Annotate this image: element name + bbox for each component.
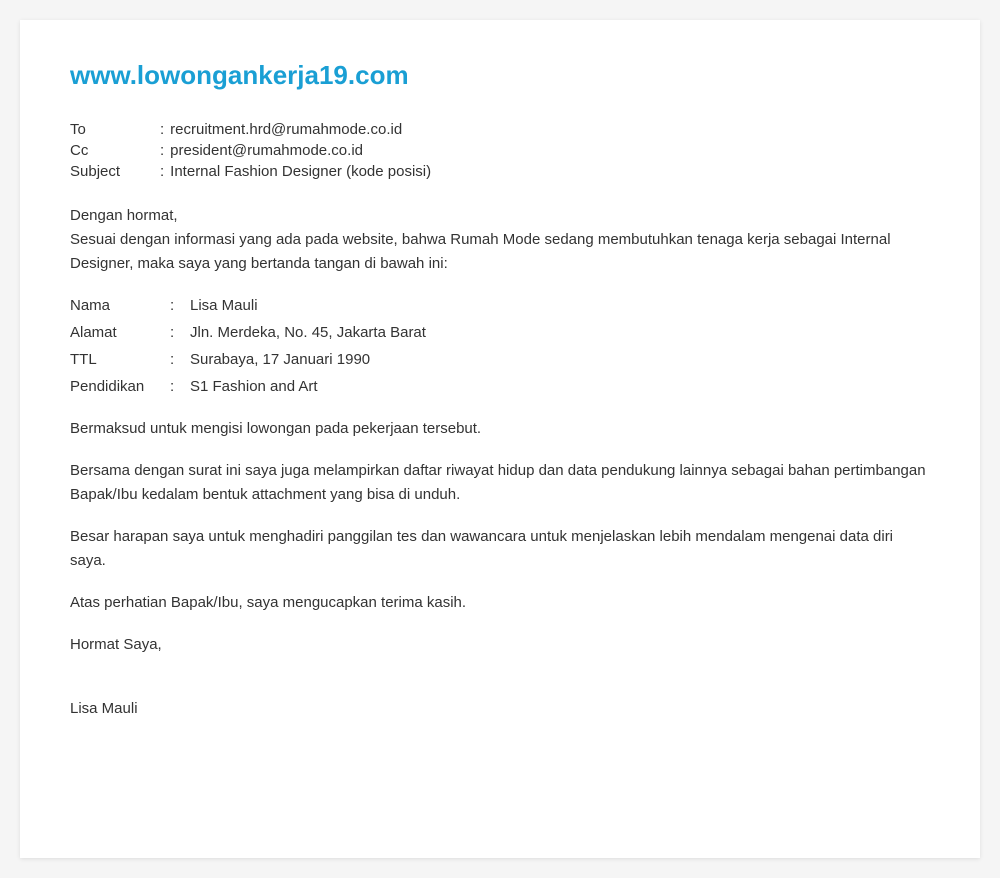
hope-text: Besar harapan saya untuk menghadiri pang… xyxy=(70,528,893,569)
greeting-paragraph: Dengan hormat, Sesuai dengan informasi y… xyxy=(70,204,930,276)
to-row: To : recruitment.hrd@rumahmode.co.id xyxy=(70,121,930,138)
address-value: Jln. Merdeka, No. 45, Jakarta Barat xyxy=(190,321,930,345)
greeting-text: Dengan hormat, xyxy=(70,204,930,228)
subject-label: Subject xyxy=(70,163,160,180)
ttl-value: Surabaya, 17 Januari 1990 xyxy=(190,348,930,372)
to-label: To xyxy=(70,121,160,138)
closing-text: Hormat Saya, xyxy=(70,633,930,657)
header-section: To : recruitment.hrd@rumahmode.co.id Cc … xyxy=(70,121,930,180)
education-value: S1 Fashion and Art xyxy=(190,375,930,399)
site-title: www.lowongankerja19.com xyxy=(70,60,930,91)
attachment-text: Bersama dengan surat ini saya juga melam… xyxy=(70,462,926,503)
education-row: Pendidikan : S1 Fashion and Art xyxy=(70,375,930,399)
address-colon: : xyxy=(170,321,190,345)
thanks-text: Atas perhatian Bapak/Ibu, saya mengucapk… xyxy=(70,594,466,611)
personal-info: Nama : Lisa Mauli Alamat : Jln. Merdeka,… xyxy=(70,294,930,399)
intro-text: Sesuai dengan informasi yang ada pada we… xyxy=(70,228,930,276)
name-value: Lisa Mauli xyxy=(190,294,930,318)
address-label: Alamat xyxy=(70,321,170,345)
thanks-paragraph: Atas perhatian Bapak/Ibu, saya mengucapk… xyxy=(70,591,930,615)
hope-paragraph: Besar harapan saya untuk menghadiri pang… xyxy=(70,525,930,573)
ttl-colon: : xyxy=(170,348,190,372)
subject-row: Subject : Internal Fashion Designer (kod… xyxy=(70,163,930,180)
cc-label: Cc xyxy=(70,142,160,159)
page-container: www.lowongankerja19.com To : recruitment… xyxy=(20,20,980,858)
intent-paragraph: Bermaksud untuk mengisi lowongan pada pe… xyxy=(70,417,930,441)
subject-value: Internal Fashion Designer (kode posisi) xyxy=(170,163,431,180)
education-label: Pendidikan xyxy=(70,375,170,399)
intent-text: Bermaksud untuk mengisi lowongan pada pe… xyxy=(70,420,481,437)
subject-colon: : xyxy=(160,163,164,180)
to-value: recruitment.hrd@rumahmode.co.id xyxy=(170,121,402,138)
body-section: Dengan hormat, Sesuai dengan informasi y… xyxy=(70,204,930,721)
attachment-paragraph: Bersama dengan surat ini saya juga melam… xyxy=(70,459,930,507)
ttl-label: TTL xyxy=(70,348,170,372)
ttl-row: TTL : Surabaya, 17 Januari 1990 xyxy=(70,348,930,372)
address-row: Alamat : Jln. Merdeka, No. 45, Jakarta B… xyxy=(70,321,930,345)
signature-name: Lisa Mauli xyxy=(70,697,930,721)
name-row: Nama : Lisa Mauli xyxy=(70,294,930,318)
closing-section: Hormat Saya, Lisa Mauli xyxy=(70,633,930,721)
cc-value: president@rumahmode.co.id xyxy=(170,142,363,159)
to-colon: : xyxy=(160,121,164,138)
name-label: Nama xyxy=(70,294,170,318)
cc-row: Cc : president@rumahmode.co.id xyxy=(70,142,930,159)
name-colon: : xyxy=(170,294,190,318)
cc-colon: : xyxy=(160,142,164,159)
education-colon: : xyxy=(170,375,190,399)
